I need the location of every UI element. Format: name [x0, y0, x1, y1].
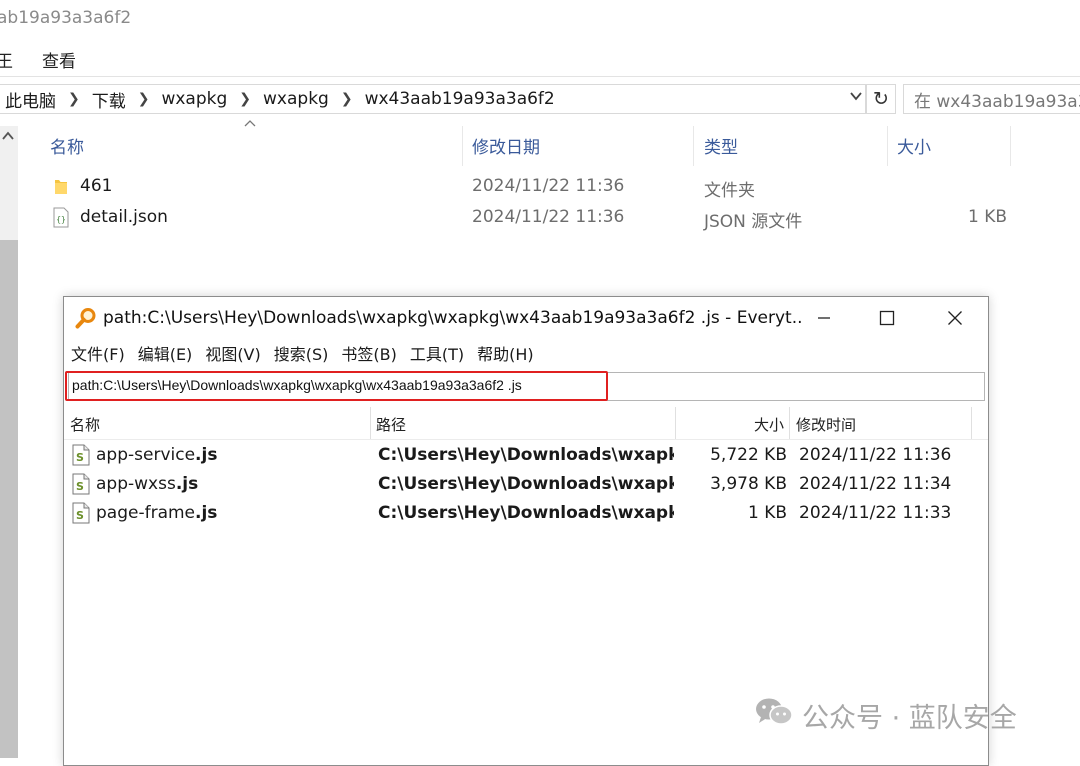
- column-header-path[interactable]: 路径: [376, 414, 406, 435]
- folder-icon: [54, 178, 68, 195]
- menu-file[interactable]: 文件(F): [64, 341, 131, 367]
- column-header-name[interactable]: 名称: [50, 133, 84, 158]
- menu-search[interactable]: 搜索(S): [267, 341, 335, 367]
- result-file-name[interactable]: app-wxss.js: [96, 474, 198, 494]
- sort-ascending-icon: [244, 116, 256, 131]
- address-history-dropdown-icon[interactable]: [849, 89, 863, 107]
- menu-help[interactable]: 帮助(H): [470, 341, 540, 367]
- svg-text:S: S: [76, 480, 84, 493]
- json-file-icon: {}: [53, 207, 69, 228]
- column-header-type[interactable]: 类型: [704, 133, 738, 158]
- column-header-name[interactable]: 名称: [70, 414, 100, 435]
- wechat-logo-icon: [754, 696, 794, 735]
- breadcrumb-chevron-icon[interactable]: ❯: [132, 91, 156, 107]
- file-date: 2024/11/22 11:36: [472, 176, 625, 196]
- svg-text:S: S: [76, 451, 84, 464]
- column-divider[interactable]: [370, 407, 371, 439]
- result-file-mtime: 2024/11/22 11:36: [799, 445, 952, 465]
- nav-pane-scroll-thumb[interactable]: [0, 240, 18, 758]
- file-name[interactable]: detail.json: [80, 207, 168, 227]
- refresh-icon[interactable]: ↻: [866, 84, 896, 114]
- column-header-date[interactable]: 修改日期: [472, 133, 540, 158]
- svg-text:{}: {}: [56, 215, 66, 224]
- column-header-size[interactable]: 大小: [754, 414, 784, 435]
- result-file-size: 5,722 KB: [710, 445, 787, 465]
- magnifier-app-icon: [75, 307, 97, 333]
- breadcrumb-wxapkg[interactable]: wxapkg: [155, 89, 233, 109]
- result-file-name[interactable]: app-service.js: [96, 445, 217, 465]
- file-date: 2024/11/22 11:36: [472, 207, 625, 227]
- everything-window-title: path:C:\Users\Hey\Downloads\wxapkg\wxapk…: [103, 308, 803, 328]
- breadcrumb-downloads[interactable]: 下载: [86, 87, 132, 112]
- result-file-mtime: 2024/11/22 11:33: [799, 503, 952, 523]
- menu-tools[interactable]: 工具(T): [403, 341, 470, 367]
- breadcrumb-this-pc[interactable]: 此电脑: [0, 87, 62, 112]
- minimize-icon[interactable]: [799, 303, 849, 333]
- result-file-path: C:\Users\Hey\Downloads\wxapk...: [378, 445, 674, 465]
- scroll-up-arrow-icon[interactable]: [1, 128, 15, 146]
- file-type: JSON 源文件: [704, 212, 803, 232]
- menu-view[interactable]: 视图(V): [198, 341, 266, 367]
- ribbon-tab-partial[interactable]: 王: [0, 47, 13, 72]
- explorer-window-title: ab19a93a3a6f2: [0, 8, 132, 28]
- column-divider[interactable]: [1010, 126, 1011, 166]
- ribbon-tab-view[interactable]: 查看: [42, 47, 76, 72]
- svg-text:S: S: [76, 509, 84, 522]
- result-file-mtime: 2024/11/22 11:34: [799, 474, 952, 494]
- menu-bar: 文件(F) 编辑(E) 视图(V) 搜索(S) 书签(B) 工具(T) 帮助(H…: [64, 341, 540, 367]
- close-icon[interactable]: [930, 303, 980, 333]
- maximize-icon[interactable]: [862, 303, 912, 333]
- result-file-size: 1 KB: [747, 503, 787, 523]
- column-divider[interactable]: [693, 126, 694, 166]
- breadcrumb-chevron-icon[interactable]: ❯: [233, 91, 257, 107]
- red-highlight-box: [65, 371, 608, 401]
- watermark-text: 公众号 · 蓝队安全: [802, 703, 1017, 734]
- column-header-modified[interactable]: 修改时间: [796, 414, 856, 435]
- result-file-name[interactable]: page-frame.js: [96, 503, 217, 523]
- file-name[interactable]: 461: [80, 176, 112, 196]
- file-size: 1 KB: [967, 207, 1007, 227]
- menu-edit[interactable]: 编辑(E): [131, 341, 199, 367]
- column-divider[interactable]: [789, 407, 790, 439]
- breadcrumb-chevron-icon[interactable]: ❯: [335, 91, 359, 107]
- result-file-path: C:\Users\Hey\Downloads\wxapk...: [378, 474, 674, 494]
- result-file-path: C:\Users\Hey\Downloads\wxapk...: [378, 503, 674, 523]
- column-divider[interactable]: [971, 407, 972, 439]
- file-type: 文件夹: [704, 181, 755, 201]
- column-divider[interactable]: [675, 407, 676, 439]
- everything-title-bar[interactable]: path:C:\Users\Hey\Downloads\wxapkg\wxapk…: [64, 297, 988, 337]
- header-divider: [64, 439, 988, 440]
- js-file-icon: S: [72, 502, 90, 524]
- column-divider[interactable]: [887, 126, 888, 166]
- result-file-size: 3,978 KB: [710, 474, 787, 494]
- breadcrumb-wxapkg-sub[interactable]: wxapkg: [257, 89, 335, 109]
- breadcrumb-chevron-icon[interactable]: ❯: [62, 91, 86, 107]
- column-header-size[interactable]: 大小: [897, 133, 931, 158]
- js-file-icon: S: [72, 444, 90, 466]
- breadcrumb-current-folder[interactable]: wx43aab19a93a3a6f2: [359, 89, 561, 109]
- column-divider[interactable]: [462, 126, 463, 166]
- js-file-icon: S: [72, 473, 90, 495]
- wechat-watermark: 公众号 · 蓝队安全: [754, 696, 1017, 735]
- menu-bookmarks[interactable]: 书签(B): [334, 341, 402, 367]
- address-bar[interactable]: 此电脑 ❯ 下载 ❯ wxapkg ❯ wxapkg ❯ wx43aab19a9…: [0, 84, 866, 114]
- ribbon-divider: [0, 76, 1080, 77]
- folder-search-input[interactable]: 在 wx43aab19a93a3a6f2: [903, 84, 1080, 114]
